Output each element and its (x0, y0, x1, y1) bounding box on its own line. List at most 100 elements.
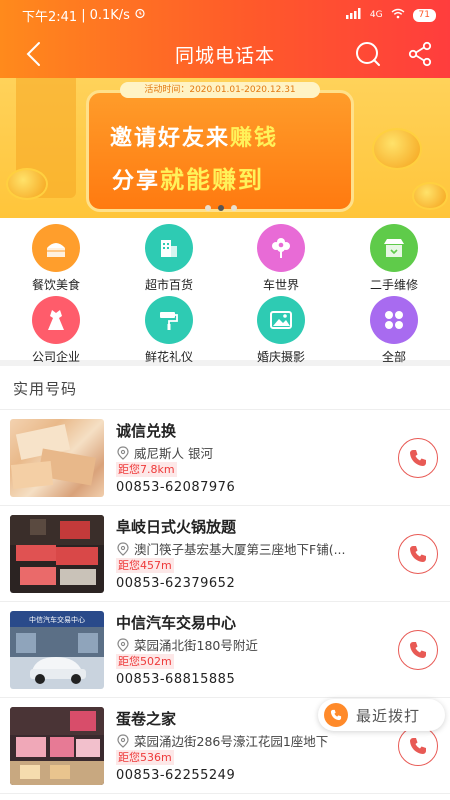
page-title: 同城电话本 (174, 44, 275, 67)
listing-address: 威尼斯人 银河 (116, 443, 391, 462)
carousel-dot-active[interactable] (218, 205, 224, 211)
listing-thumbnail: 中信汽车交易中心 (10, 611, 104, 689)
distance-badge: 距您502m (116, 654, 174, 669)
store-icon (370, 224, 418, 272)
listing-thumbnail (10, 707, 104, 785)
status-time: 下午2:41 (22, 9, 78, 25)
dress-icon (32, 296, 80, 344)
phone-number: 00853-62087976 (116, 480, 236, 495)
distance-badge: 距您7.8km (116, 462, 177, 477)
listing-row[interactable]: 阜岐日式火锅放题 澳门筷子基宏基大厦第三座地下F铺(... 距您457m 008… (0, 506, 450, 602)
chevron-left-icon (26, 42, 40, 66)
listing-name: 蛋卷之家 (116, 710, 177, 728)
category-supermarket[interactable]: 超市百货 (124, 220, 214, 292)
network-type: 4G (369, 10, 383, 20)
listing-address: 菜园涌北街180号附近 (116, 635, 391, 654)
address-text: 菜园涌北街180号附近 (134, 638, 258, 653)
category-label: 二手维修 (369, 278, 418, 292)
status-speed: 0.1K/s (89, 7, 130, 23)
category-flowers[interactable]: 鲜花礼仪 (124, 292, 214, 364)
banner-line1-highlight: 赚钱 (230, 126, 279, 151)
section-title: 实用号码 (13, 380, 78, 398)
listing-name: 诚信兑换 (116, 422, 177, 440)
photo-icon (257, 296, 305, 344)
recent-calls-label: 最近拨打 (356, 706, 421, 725)
address-text: 澳门筷子基宏基大厦第三座地下F铺(... (134, 542, 346, 557)
location-pin-icon (117, 733, 129, 748)
category-cars[interactable]: 车世界 (236, 220, 326, 292)
banner-line2-prefix: 分享 (112, 169, 161, 194)
status-left: 下午2:41 | 0.1K/s (22, 6, 146, 25)
phone-listing: 诚信兑换 威尼斯人 银河 距您7.8km 00853-62087976 阜岐日式… (0, 410, 450, 800)
recent-calls-button[interactable]: 最近拨打 (318, 699, 445, 731)
listing-thumbnail (10, 419, 104, 497)
cake-icon (32, 224, 80, 272)
flower-icon (257, 224, 305, 272)
title-bar: 同城电话本 (0, 30, 450, 78)
address-text: 菜园涌边街286号濠江花园1座地下 (134, 734, 329, 749)
share-button[interactable] (404, 38, 436, 70)
phone-number: 00853-62255249 (116, 768, 236, 783)
phone-number: 00853-68815885 (116, 672, 236, 687)
share-icon (408, 41, 432, 67)
category-wedding[interactable]: 婚庆摄影 (236, 292, 326, 364)
category-all[interactable]: 全部 (349, 292, 439, 364)
coin-decoration (6, 168, 48, 200)
listing-thumbnail (10, 515, 104, 593)
carousel-dot[interactable] (231, 205, 237, 211)
wifi-icon (391, 8, 405, 22)
listing-row[interactable]: 中信汽车交易中心 中信汽车交易中心 菜园涌北街180号附近 距您502m 008… (0, 602, 450, 698)
location-pin-icon (117, 541, 129, 556)
banner-line1-prefix: 邀请好友来 (110, 126, 231, 151)
coin-decoration (372, 128, 422, 170)
status-divider: | (81, 7, 86, 23)
battery-indicator: 71 (412, 8, 436, 22)
phone-icon (410, 642, 426, 658)
distance-badge: 距您457m (116, 558, 174, 573)
search-button[interactable] (352, 38, 384, 70)
listing-address: 菜园涌边街286号濠江花园1座地下 (116, 731, 391, 750)
search-icon (356, 42, 380, 66)
app-header: 下午2:41 | 0.1K/s 4G 71 同城电话本 (0, 0, 450, 78)
category-label: 鲜花礼仪 (144, 350, 193, 364)
category-label: 车世界 (262, 278, 299, 292)
phone-icon (324, 703, 348, 727)
alarm-icon (134, 7, 146, 23)
call-button[interactable] (398, 438, 438, 478)
category-label: 全部 (381, 350, 406, 364)
back-button[interactable] (18, 38, 50, 70)
call-button[interactable] (398, 726, 438, 766)
status-bar: 下午2:41 | 0.1K/s 4G 71 (0, 0, 450, 30)
banner-date-range: 活动时间：2020.01.01-2020.12.31 (120, 82, 320, 98)
building-icon (145, 224, 193, 272)
call-button[interactable] (398, 630, 438, 670)
carousel-dot[interactable] (205, 205, 211, 211)
category-label: 公司企业 (31, 350, 80, 364)
listing-name: 中信汽车交易中心 (116, 614, 237, 632)
category-company[interactable]: 公司企业 (11, 292, 101, 364)
category-label: 餐饮美食 (31, 278, 80, 292)
listing-row[interactable]: 诚信兑换 威尼斯人 银河 距您7.8km 00853-62087976 (0, 410, 450, 506)
section-header: 实用号码 (0, 366, 450, 410)
promo-banner[interactable]: 活动时间：2020.01.01-2020.12.31 邀请好友来赚钱 分享就能赚… (0, 78, 450, 218)
brush-icon (145, 296, 193, 344)
banner-line2-highlight: 就能赚到 (160, 166, 265, 194)
category-label: 超市百货 (144, 278, 193, 292)
phone-icon (410, 546, 426, 562)
listing-name: 阜岐日式火锅放题 (116, 518, 237, 536)
banner-headline: 邀请好友来赚钱 (110, 120, 278, 152)
category-repair[interactable]: 二手维修 (349, 220, 439, 292)
location-pin-icon (117, 637, 129, 652)
distance-badge: 距您536m (116, 750, 174, 765)
call-button[interactable] (398, 534, 438, 574)
grid-icon (370, 296, 418, 344)
banner-subheadline: 分享就能赚到 (112, 160, 264, 195)
svg-text:中信汽车交易中心: 中信汽车交易中心 (29, 615, 85, 624)
phone-number: 00853-62379652 (116, 576, 236, 591)
category-food[interactable]: 餐饮美食 (11, 220, 101, 292)
phone-icon (410, 450, 426, 466)
phone-icon (410, 738, 426, 754)
address-text: 威尼斯人 银河 (134, 446, 213, 461)
coin-decoration (412, 182, 448, 210)
listing-address: 澳门筷子基宏基大厦第三座地下F铺(... (116, 539, 391, 558)
